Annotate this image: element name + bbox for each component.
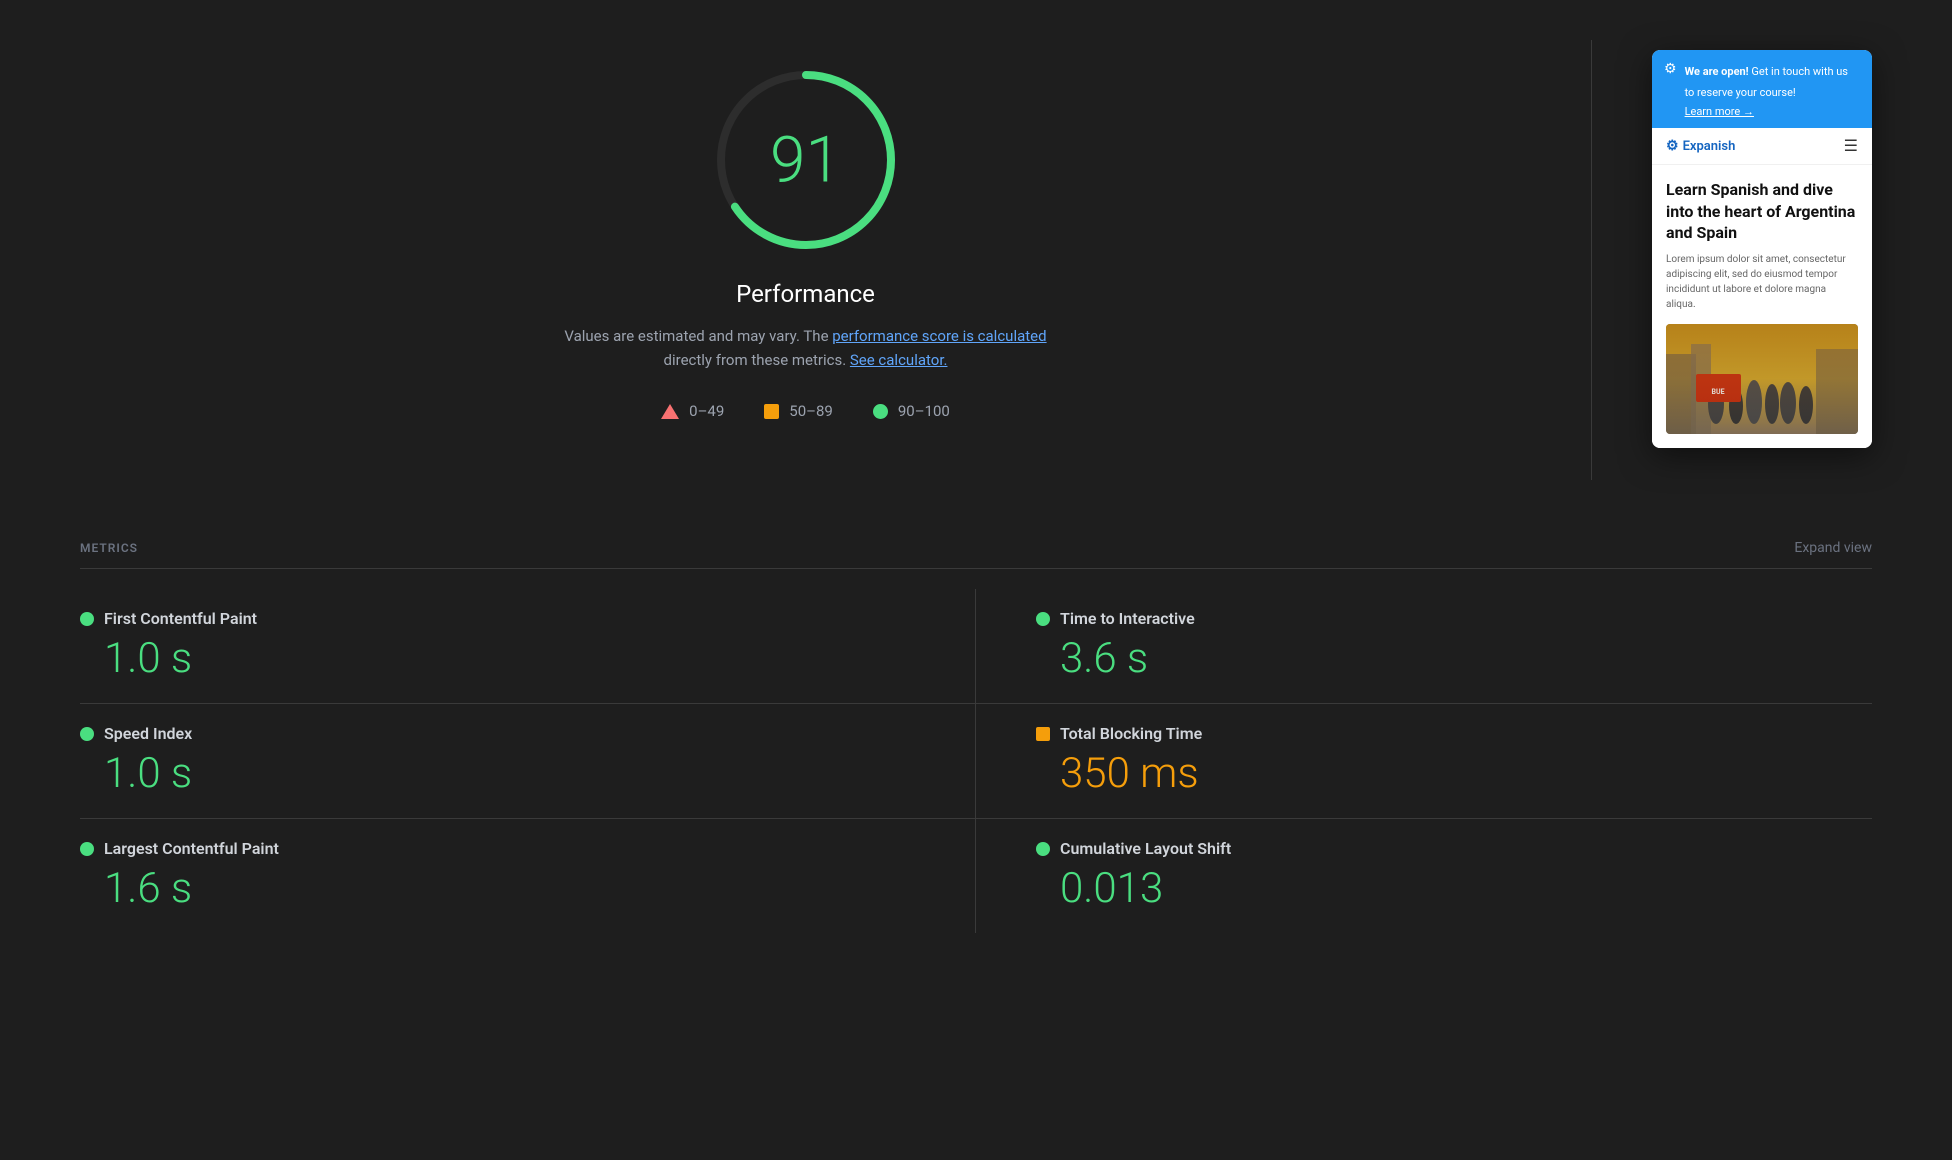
metric-tti: Time to Interactive 3.6 s bbox=[976, 589, 1872, 704]
legend-range-average: 50–89 bbox=[789, 402, 833, 420]
banner-content: We are open! Get in touch with us to res… bbox=[1685, 60, 1860, 118]
metric-tti-value: 3.6 s bbox=[1036, 634, 1872, 683]
metric-tti-status bbox=[1036, 612, 1050, 626]
score-legend: 0–49 50–89 90–100 bbox=[661, 402, 950, 420]
site-content: Learn Spanish and dive into the heart of… bbox=[1652, 165, 1872, 448]
square-icon bbox=[764, 404, 779, 419]
metric-tbt: Total Blocking Time 350 ms bbox=[976, 704, 1872, 819]
metric-cls-header: Cumulative Layout Shift bbox=[1036, 839, 1872, 858]
metrics-divider bbox=[80, 568, 1872, 569]
site-logo: ⚙ Expanish bbox=[1666, 138, 1735, 154]
vertical-divider bbox=[1591, 40, 1592, 480]
metrics-header: METRICS Expand view bbox=[80, 540, 1872, 556]
metric-fcp-value: 1.0 s bbox=[80, 634, 915, 683]
site-hero-image: BUE bbox=[1666, 324, 1858, 434]
browser-mockup: ⚙ We are open! Get in touch with us to r… bbox=[1652, 50, 1872, 448]
site-navbar: ⚙ Expanish ☰ bbox=[1652, 128, 1872, 165]
metric-tbt-status bbox=[1036, 727, 1050, 741]
logo-gear-icon: ⚙ bbox=[1666, 138, 1679, 154]
legend-item-good: 90–100 bbox=[873, 402, 950, 420]
metric-tti-header: Time to Interactive bbox=[1036, 609, 1872, 628]
circle-icon bbox=[873, 404, 888, 419]
metric-lcp-value: 1.6 s bbox=[80, 864, 915, 913]
performance-title: Performance bbox=[736, 280, 875, 308]
legend-item-average: 50–89 bbox=[764, 402, 833, 420]
metric-fcp-header: First Contentful Paint bbox=[80, 609, 915, 628]
metric-lcp-status bbox=[80, 842, 94, 856]
metric-si-status bbox=[80, 727, 94, 741]
banner-text: We are open! Get in touch with us to res… bbox=[1685, 65, 1848, 99]
performance-description: Values are estimated and may vary. The p… bbox=[556, 324, 1056, 372]
calculator-link[interactable]: See calculator. bbox=[850, 351, 948, 369]
triangle-icon bbox=[661, 404, 679, 419]
logo-text: Expanish bbox=[1683, 139, 1736, 154]
metric-cls-name: Cumulative Layout Shift bbox=[1060, 839, 1231, 858]
score-circle: 91 bbox=[706, 60, 906, 260]
metric-fcp: First Contentful Paint 1.0 s bbox=[80, 589, 976, 704]
score-section: 91 Performance Values are estimated and … bbox=[556, 40, 1056, 450]
metric-si-name: Speed Index bbox=[104, 724, 192, 743]
expand-view-button[interactable]: Expand view bbox=[1794, 540, 1872, 556]
legend-range-good: 90–100 bbox=[898, 402, 950, 420]
metric-lcp: Largest Contentful Paint 1.6 s bbox=[80, 819, 976, 933]
metric-tbt-name: Total Blocking Time bbox=[1060, 724, 1202, 743]
hamburger-icon[interactable]: ☰ bbox=[1844, 138, 1858, 154]
metric-fcp-status bbox=[80, 612, 94, 626]
metrics-grid: First Contentful Paint 1.0 s Time to Int… bbox=[80, 589, 1872, 933]
metric-lcp-name: Largest Contentful Paint bbox=[104, 839, 279, 858]
performance-score-link[interactable]: performance score is calculated bbox=[832, 327, 1046, 345]
metric-cls-status bbox=[1036, 842, 1050, 856]
promo-banner: ⚙ We are open! Get in touch with us to r… bbox=[1652, 50, 1872, 128]
legend-item-poor: 0–49 bbox=[661, 402, 724, 420]
metric-tbt-value: 350 ms bbox=[1036, 749, 1872, 798]
browser-preview: ⚙ We are open! Get in touch with us to r… bbox=[1652, 40, 1872, 480]
score-value: 91 bbox=[770, 123, 841, 198]
site-body-text: Lorem ipsum dolor sit amet, consectetur … bbox=[1666, 252, 1858, 312]
metrics-title: METRICS bbox=[80, 541, 138, 555]
metric-si-header: Speed Index bbox=[80, 724, 915, 743]
legend-range-poor: 0–49 bbox=[689, 402, 724, 420]
metric-fcp-name: First Contentful Paint bbox=[104, 609, 257, 628]
metric-si: Speed Index 1.0 s bbox=[80, 704, 976, 819]
banner-link[interactable]: Learn more → bbox=[1685, 105, 1860, 118]
metric-cls: Cumulative Layout Shift 0.013 bbox=[976, 819, 1872, 933]
metric-si-value: 1.0 s bbox=[80, 749, 915, 798]
site-heading: Learn Spanish and dive into the heart of… bbox=[1666, 179, 1858, 244]
metric-tti-name: Time to Interactive bbox=[1060, 609, 1195, 628]
image-overlay bbox=[1666, 324, 1858, 434]
metric-tbt-header: Total Blocking Time bbox=[1036, 724, 1872, 743]
metric-cls-value: 0.013 bbox=[1036, 864, 1872, 913]
metric-lcp-header: Largest Contentful Paint bbox=[80, 839, 915, 858]
gear-icon: ⚙ bbox=[1664, 61, 1677, 77]
metrics-section: METRICS Expand view First Contentful Pai… bbox=[0, 540, 1952, 933]
